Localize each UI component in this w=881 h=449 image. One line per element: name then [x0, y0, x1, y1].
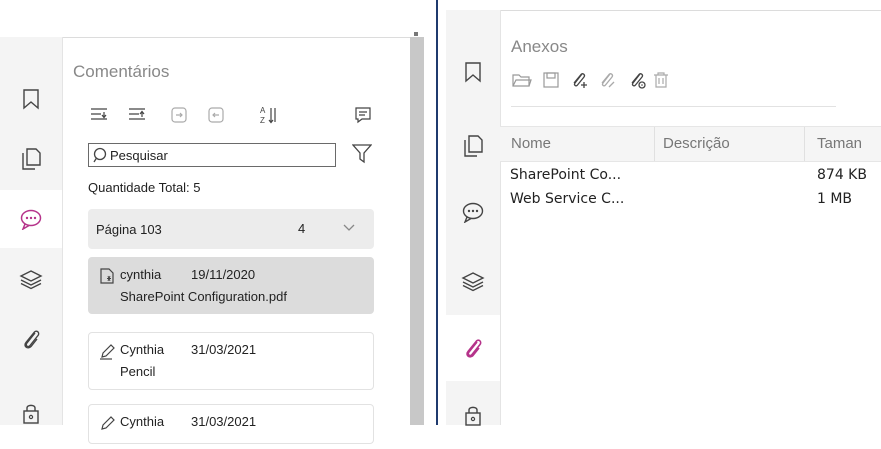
attachment-note-icon [99, 267, 115, 285]
comment-summary-button[interactable] [352, 104, 374, 126]
filter-icon [352, 143, 372, 165]
comment-list-icon [354, 106, 372, 124]
attachment-size: 1 MB [817, 191, 853, 207]
security-icon [463, 405, 483, 427]
sort-button[interactable]: AZ [258, 104, 280, 126]
add-attachment-icon [569, 70, 589, 90]
folder-open-icon [512, 71, 532, 89]
comment-author: cynthia [120, 267, 162, 282]
left-tab-bar [0, 37, 63, 425]
attachments-panel-title: Anexos [511, 37, 568, 56]
comment-author: Cynthia [120, 414, 165, 429]
column-header-size[interactable]: Taman [817, 135, 862, 152]
chevron-down-icon[interactable] [342, 223, 356, 233]
comment-item[interactable]: Cynthia 31/03/2021 Pencil [88, 332, 374, 390]
delete-attachment-button[interactable] [650, 69, 672, 91]
attachment-settings-icon [627, 70, 647, 90]
column-header-description[interactable]: Descrição [663, 135, 730, 152]
attachments-icon [20, 327, 42, 351]
save-icon [542, 71, 560, 89]
tab-attachments[interactable] [446, 315, 500, 381]
right-panel-top-border [446, 10, 881, 11]
tab-layers[interactable] [446, 248, 500, 314]
import-icon [170, 106, 188, 124]
total-count: Quantidade Total: 5 [88, 180, 201, 195]
collapse-all-button[interactable] [126, 104, 148, 126]
toolbar-separator [511, 106, 836, 107]
tab-bookmarks[interactable] [0, 70, 62, 128]
tab-layers[interactable] [0, 250, 62, 308]
attachments-icon [462, 336, 484, 360]
filter-button[interactable] [352, 143, 372, 165]
attachment-settings-button[interactable] [626, 69, 648, 91]
comment-item[interactable]: cynthia 19/11/2020 SharePoint Configurat… [88, 257, 374, 314]
tab-pages[interactable] [0, 130, 62, 188]
tab-comments[interactable] [0, 190, 62, 248]
edit-attachment-button[interactable] [596, 69, 618, 91]
comment-author: Cynthia [120, 342, 165, 357]
comment-item[interactable]: Cynthia 31/03/2021 [88, 404, 374, 444]
pages-icon [20, 147, 42, 171]
bookmark-icon [21, 88, 41, 110]
comment-date: 31/03/2021 [191, 342, 257, 357]
page-group-count: 4 [298, 221, 306, 236]
search-icon [93, 147, 107, 163]
comment-date: 31/03/2021 [191, 414, 257, 429]
window-divider [436, 0, 438, 425]
comments-icon [19, 208, 43, 230]
tab-security[interactable] [446, 383, 500, 449]
trash-icon [652, 71, 670, 89]
add-attachment-button[interactable] [568, 69, 590, 91]
security-icon [21, 403, 41, 425]
import-comments-button[interactable] [168, 104, 190, 126]
scrollbar[interactable] [410, 37, 424, 425]
expand-all-icon [90, 107, 108, 123]
edit-attachment-icon [597, 70, 617, 90]
column-header-name[interactable]: Nome [511, 135, 551, 152]
left-panel-top-border [0, 37, 420, 38]
attachment-name: Web Service C... [510, 191, 625, 207]
bookmark-icon [463, 61, 483, 83]
export-icon [207, 106, 225, 124]
page-group-label: Página 103 [96, 222, 162, 237]
attachments-table-header: Nome Descrição Taman [500, 126, 881, 162]
layers-icon [461, 270, 485, 292]
tab-attachments[interactable] [0, 310, 62, 368]
tab-bookmarks[interactable] [446, 39, 500, 105]
collapse-all-icon [128, 107, 146, 123]
svg-text:A: A [260, 106, 266, 115]
export-comments-button[interactable] [205, 104, 227, 126]
sort-az-icon: AZ [259, 105, 279, 125]
expand-all-button[interactable] [88, 104, 110, 126]
comment-text: SharePoint Configuration.pdf [120, 289, 287, 304]
tab-security[interactable] [0, 385, 62, 443]
open-attachment-button[interactable] [511, 69, 533, 91]
pages-icon [462, 134, 484, 158]
attachment-size: 874 KB [817, 167, 867, 183]
resize-handle[interactable] [414, 32, 418, 36]
tab-pages[interactable] [446, 113, 500, 179]
tab-comments[interactable] [446, 179, 500, 245]
comment-date: 19/11/2020 [191, 267, 256, 282]
search-input[interactable] [107, 147, 310, 163]
layers-icon [19, 268, 43, 290]
save-attachment-button[interactable] [540, 69, 562, 91]
comment-text: Pencil [120, 364, 156, 379]
attachment-name: SharePoint Co... [510, 167, 622, 183]
comments-panel-title: Comentários [73, 62, 170, 81]
page-group-header[interactable]: Página 103 4 [88, 209, 374, 249]
svg-text:Z: Z [260, 116, 265, 125]
column-divider [804, 127, 805, 161]
comments-icon [461, 201, 485, 223]
pencil-icon [99, 342, 117, 360]
search-box[interactable] [88, 143, 336, 167]
column-divider [654, 127, 655, 161]
pencil-icon [99, 414, 117, 432]
